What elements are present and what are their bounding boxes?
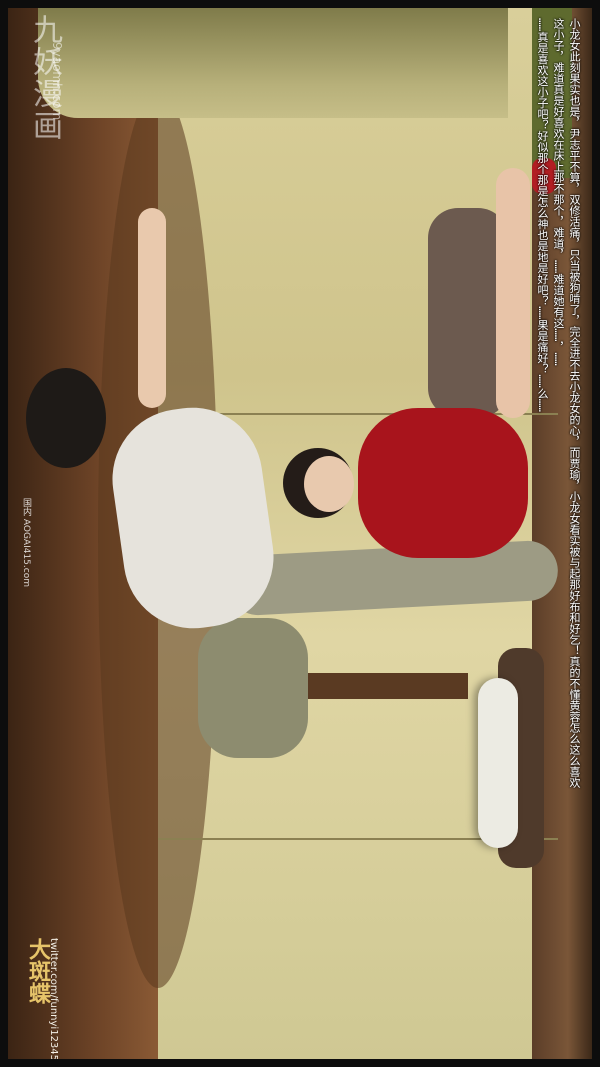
subtitle-caption: 小龙女此刻果实也是，尹志平不算，双修活痛，只当被狗啃了，完全进不去小龙女的心，而… <box>534 18 582 1058</box>
seated-figure-face <box>304 456 354 512</box>
dancer-leg <box>198 618 308 758</box>
watermark-url: 9yaomh.com <box>50 42 64 121</box>
caption-line: 这小子，难道真是好喜欢在床上那不那个，难道，……难道她有这……，…… <box>552 18 565 366</box>
scene-image: 九妖漫画 9yaomh.com 国内 AOGAI415.com 大斑蝶 twit… <box>8 8 592 1059</box>
dancer-arm <box>138 208 166 408</box>
curtain <box>38 8 508 118</box>
caption-line: ……真是喜欢这小子吧？好似那个那是怎么神也是地是好吧？……果是痛好？……么…… <box>536 18 549 412</box>
seated-figure-leg <box>496 168 530 418</box>
cushion <box>478 678 518 848</box>
credit-twitter: twitter.com/funnyi1234567 <box>48 938 59 1059</box>
credit-small-text: 国内 AOGAI415.com <box>21 498 31 587</box>
seated-figure <box>358 408 528 558</box>
dancer-head <box>26 368 106 468</box>
caption-line: 小龙女此刻果实也是，尹志平不算，双修活痛，只当被狗啃了，完全进不去小龙女的心，而… <box>568 18 581 788</box>
